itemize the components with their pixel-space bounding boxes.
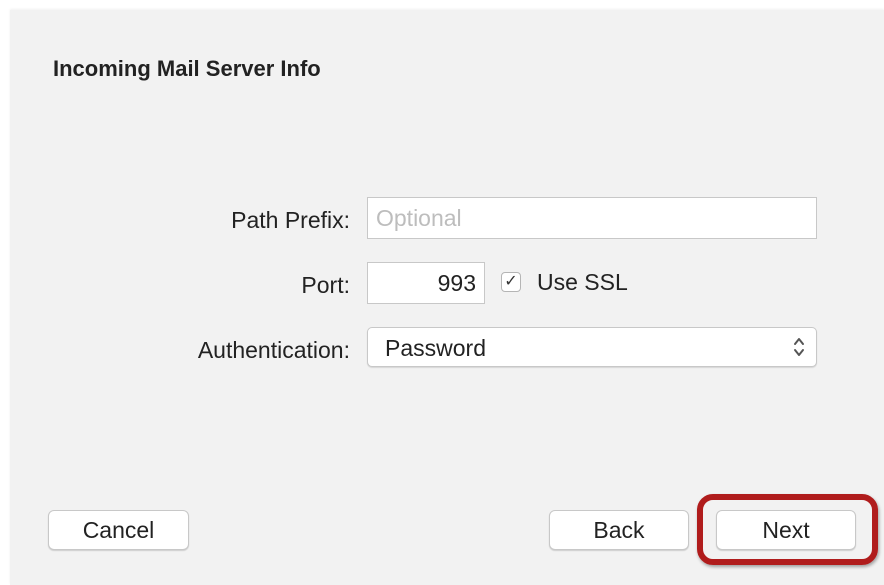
- use-ssl-checkbox[interactable]: ✓: [501, 272, 521, 292]
- cancel-button[interactable]: Cancel: [48, 510, 189, 550]
- dialog-title: Incoming Mail Server Info: [53, 56, 321, 81]
- path-prefix-label: Path Prefix:: [231, 207, 350, 233]
- authentication-selected-value: Password: [385, 335, 486, 361]
- authentication-label: Authentication:: [197, 337, 350, 363]
- dialog-panel: Incoming Mail Server Info Path Prefix: P…: [10, 10, 884, 585]
- authentication-select[interactable]: Password: [367, 327, 817, 367]
- next-button-highlight: [697, 494, 878, 565]
- port-input[interactable]: [367, 262, 485, 304]
- path-prefix-input[interactable]: [367, 197, 817, 239]
- use-ssl-label[interactable]: Use SSL: [537, 269, 628, 296]
- chevron-up-down-icon: [794, 338, 804, 356]
- port-label: Port:: [301, 272, 350, 298]
- back-button[interactable]: Back: [549, 510, 689, 550]
